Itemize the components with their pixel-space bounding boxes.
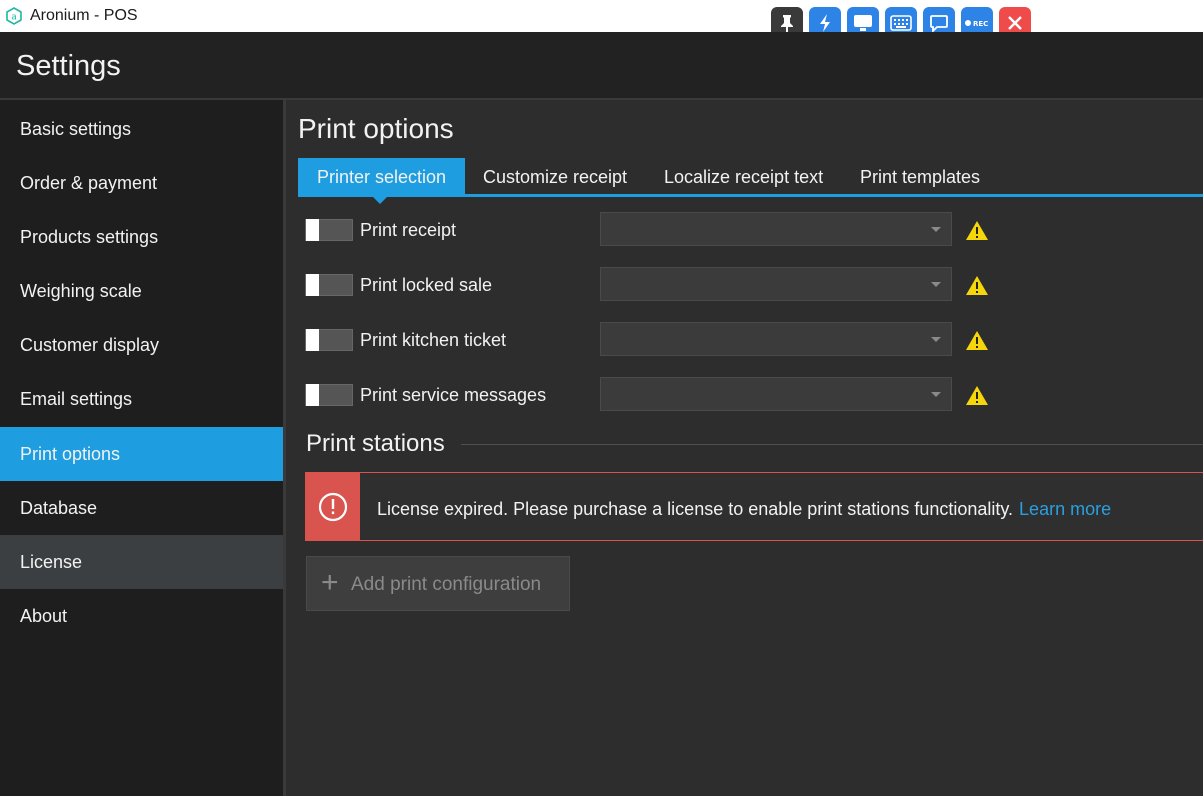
print-kitchen-ticket-toggle[interactable]: [305, 329, 353, 351]
settings-sidebar: Basic settings Order & payment Products …: [0, 100, 283, 796]
error-circle-icon: [318, 492, 348, 522]
sidebar-item-label: Email settings: [20, 389, 133, 409]
chevron-down-icon: [931, 337, 941, 342]
chevron-down-icon: [931, 227, 941, 232]
print-service-messages-toggle[interactable]: [305, 384, 353, 406]
app-header: Settings: [0, 32, 1203, 100]
license-expired-alert: License expired. Please purchase a licen…: [305, 472, 1203, 541]
sidebar-item-weighing-scale[interactable]: Weighing scale: [0, 264, 283, 318]
chevron-down-icon: [931, 392, 941, 397]
warning-icon: [966, 386, 988, 405]
print-locked-sale-toggle[interactable]: [305, 274, 353, 296]
sidebar-item-database[interactable]: Database: [0, 481, 283, 535]
window-title: Aronium - POS: [30, 7, 138, 24]
sidebar-item-order-payment[interactable]: Order & payment: [0, 156, 283, 210]
option-print-kitchen-ticket: Print kitchen ticket: [305, 321, 1005, 357]
tab-label: Printer selection: [317, 167, 447, 187]
plus-icon: +: [321, 566, 339, 599]
sidebar-item-label: Print options: [20, 444, 121, 464]
tab-printer-selection[interactable]: Printer selection: [298, 158, 465, 194]
option-label: Print receipt: [360, 220, 457, 240]
sidebar-item-print-options[interactable]: Print options: [0, 427, 283, 481]
option-print-service-messages: Print service messages: [305, 376, 1005, 412]
tab-localize-receipt-text[interactable]: Localize receipt text: [647, 158, 842, 194]
svg-text:a: a: [11, 13, 17, 23]
sidebar-item-about[interactable]: About: [0, 589, 283, 643]
print-receipt-printer-select[interactable]: [600, 212, 952, 246]
option-label: Print locked sale: [360, 275, 493, 295]
alert-message: License expired. Please purchase a licen…: [377, 499, 1111, 520]
sidebar-item-label: Database: [20, 498, 98, 518]
sidebar-item-basic-settings[interactable]: Basic settings: [0, 102, 283, 156]
print-kitchen-ticket-printer-select[interactable]: [600, 322, 952, 356]
sidebar-item-license[interactable]: License: [0, 535, 283, 589]
sidebar-item-customer-display[interactable]: Customer display: [0, 318, 283, 372]
option-print-receipt: Print receipt: [305, 211, 1005, 247]
alert-text: License expired. Please purchase a licen…: [377, 499, 1014, 519]
warning-icon: [966, 276, 988, 295]
tab-label: Print templates: [860, 167, 981, 187]
tab-print-templates[interactable]: Print templates: [843, 158, 1003, 194]
sidebar-item-email-settings[interactable]: Email settings: [0, 372, 283, 426]
active-tab-indicator: [373, 197, 387, 204]
sidebar-item-label: About: [20, 606, 68, 626]
sidebar-item-label: Order & payment: [20, 173, 158, 193]
tab-label: Customize receipt: [483, 167, 628, 187]
aronium-logo-icon: a: [6, 7, 22, 25]
option-label: Print service messages: [360, 385, 547, 405]
header-title: Settings: [16, 50, 121, 82]
learn-more-link[interactable]: Learn more: [1019, 499, 1111, 519]
sidebar-item-products-settings[interactable]: Products settings: [0, 210, 283, 264]
svg-text:REC: REC: [973, 20, 988, 28]
tab-label: Localize receipt text: [664, 167, 824, 187]
warning-icon: [966, 331, 988, 350]
add-print-configuration-button[interactable]: + Add print configuration: [306, 556, 570, 611]
sidebar-item-label: Products settings: [20, 227, 159, 247]
tabs-underline: [298, 194, 1203, 197]
alert-icon-box: [306, 473, 360, 540]
section-divider: [461, 444, 1203, 445]
option-label: Print kitchen ticket: [360, 330, 507, 350]
add-button-label: Add print configuration: [351, 574, 542, 595]
sidebar-divider: [283, 100, 286, 796]
print-locked-sale-printer-select[interactable]: [600, 267, 952, 301]
print-service-messages-printer-select[interactable]: [600, 377, 952, 411]
page-title: Print options: [298, 113, 454, 144]
sidebar-item-label: Weighing scale: [20, 281, 142, 301]
warning-icon: [966, 221, 988, 240]
sidebar-item-label: Basic settings: [20, 119, 132, 139]
print-receipt-toggle[interactable]: [305, 219, 353, 241]
chevron-down-icon: [931, 282, 941, 287]
sidebar-item-label: License: [20, 552, 83, 572]
print-stations-title: Print stations: [306, 430, 445, 457]
sidebar-item-label: Customer display: [20, 335, 160, 355]
tab-customize-receipt[interactable]: Customize receipt: [466, 158, 646, 194]
option-print-locked-sale: Print locked sale: [305, 266, 1005, 302]
